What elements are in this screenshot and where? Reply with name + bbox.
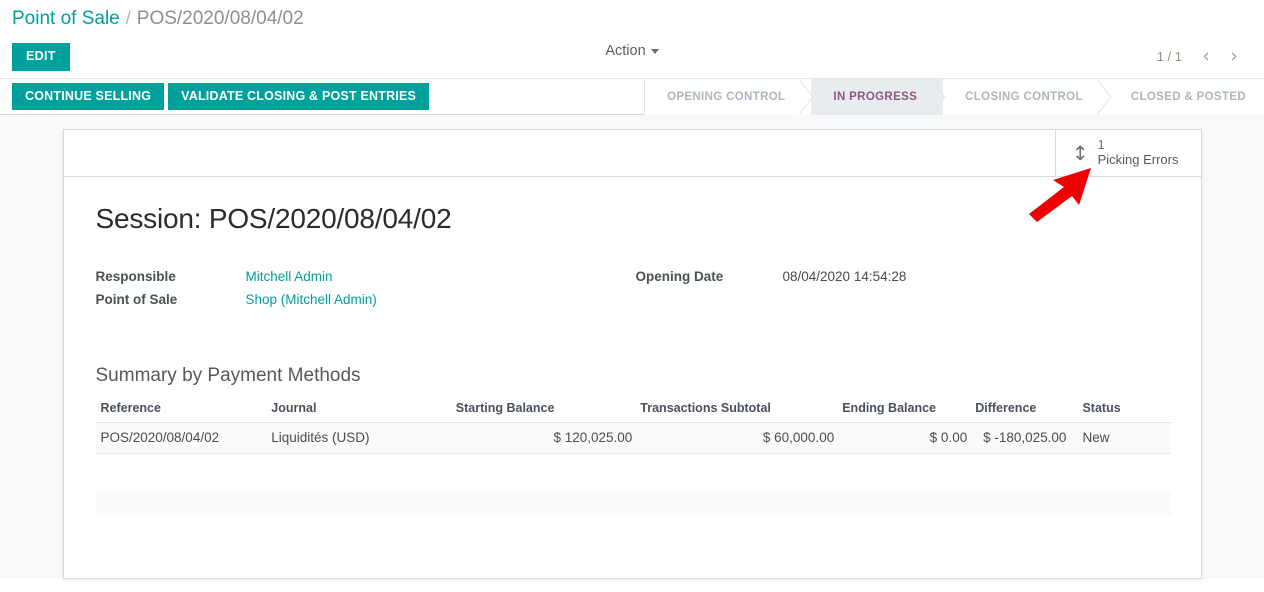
opening-date-value: 08/04/2020 14:54:28 [782, 269, 907, 284]
pager-previous-icon[interactable]: ‹ [1194, 44, 1218, 68]
breadcrumb: Point of Sale / POS/2020/08/04/02 [0, 0, 1264, 36]
breadcrumb-separator: / [125, 8, 131, 28]
breadcrumb-root-link[interactable]: Point of Sale [12, 8, 120, 30]
form-sheet: ↕ 1 Picking Errors Session: POS/2020/08/… [62, 129, 1202, 579]
page-title: Session: POS/2020/08/04/02 [95, 203, 452, 234]
picking-errors-stat-button[interactable]: ↕ 1 Picking Errors [1054, 130, 1201, 176]
edit-button[interactable]: EDIT [12, 43, 70, 71]
statusbar-stage-closing-control[interactable]: CLOSING CONTROL [943, 79, 1110, 115]
table-header-row: Reference Journal Starting Balance Trans… [95, 397, 1171, 423]
control-panel-actions: EDIT Action 1 / 1 ‹ › [0, 36, 1264, 78]
pager-next-icon[interactable]: › [1222, 44, 1246, 68]
summary-table: Reference Journal Starting Balance Trans… [95, 397, 1171, 454]
statusbar-stage-in-progress[interactable]: IN PROGRESS [811, 79, 944, 115]
summary-section-title: Summary by Payment Methods [95, 365, 361, 386]
arrows-vertical-icon: ↕ [1071, 141, 1089, 165]
column-header-journal[interactable]: Journal [271, 397, 456, 423]
statusbar: OPENING CONTROL IN PROGRESS CLOSING CONT… [644, 79, 1264, 115]
pager-count: 1 / 1 [1156, 48, 1182, 64]
cell-transactions-subtotal: $ 60,000.00 [640, 422, 843, 454]
spacer-cell [783, 292, 1169, 307]
chevron-down-icon[interactable] [650, 48, 659, 54]
responsible-label: Responsible [95, 269, 176, 284]
statusbar-stage-opening-control[interactable]: OPENING CONTROL [645, 79, 813, 115]
stat-button-box: ↕ 1 Picking Errors [63, 130, 1201, 177]
spacer-cell [636, 292, 783, 307]
opening-date-label: Opening Date [635, 269, 724, 284]
cell-difference: $ -180,025.00 [975, 422, 1075, 454]
column-header-reference[interactable]: Reference [95, 397, 272, 423]
summary-table-footer-band [95, 491, 1171, 516]
breadcrumb-current: POS/2020/08/04/02 [136, 8, 304, 29]
point-of-sale-label: Point of Sale [95, 292, 178, 307]
responsible-value[interactable]: Mitchell Admin [246, 269, 636, 284]
picking-errors-count: 1 [1097, 138, 1105, 153]
control-panel-buttons-row: CONTINUE SELLING VALIDATE CLOSING & POST… [0, 78, 1264, 115]
action-menu-label[interactable]: Action [605, 43, 645, 59]
column-header-difference[interactable]: Difference [975, 397, 1075, 423]
form-body: Session: POS/2020/08/04/02 Responsible M… [64, 177, 1201, 516]
action-menu: Action [0, 43, 1264, 59]
cell-status: New [1074, 422, 1171, 454]
statusbar-stage-closed-posted[interactable]: CLOSED & POSTED [1108, 79, 1264, 115]
cell-starting-balance: $ 120,025.00 [455, 422, 641, 454]
validate-closing-button[interactable]: VALIDATE CLOSING & POST ENTRIES [168, 82, 430, 111]
control-panel: Point of Sale / POS/2020/08/04/02 EDIT A… [0, 0, 1264, 115]
form-view-background: ↕ 1 Picking Errors Session: POS/2020/08/… [0, 115, 1264, 579]
table-row[interactable]: POS/2020/08/04/02 Liquidités (USD) $ 120… [95, 422, 1171, 454]
pager: 1 / 1 ‹ › [1157, 44, 1246, 68]
point-of-sale-value[interactable]: Shop (Mitchell Admin) [246, 292, 636, 307]
cell-reference: POS/2020/08/04/02 [95, 422, 272, 454]
cell-journal: Liquidités (USD) [271, 422, 456, 454]
cell-ending-balance: $ 0.00 [842, 422, 976, 454]
column-header-ending-balance[interactable]: Ending Balance [842, 397, 976, 423]
form-fields: Responsible Mitchell Admin Opening Date … [96, 269, 1169, 307]
continue-selling-button[interactable]: CONTINUE SELLING [12, 82, 165, 111]
picking-errors-label: Picking Errors [1097, 151, 1179, 167]
column-header-transactions-subtotal[interactable]: Transactions Subtotal [640, 397, 843, 423]
column-header-status[interactable]: Status [1074, 397, 1171, 423]
column-header-starting-balance[interactable]: Starting Balance [455, 397, 641, 423]
